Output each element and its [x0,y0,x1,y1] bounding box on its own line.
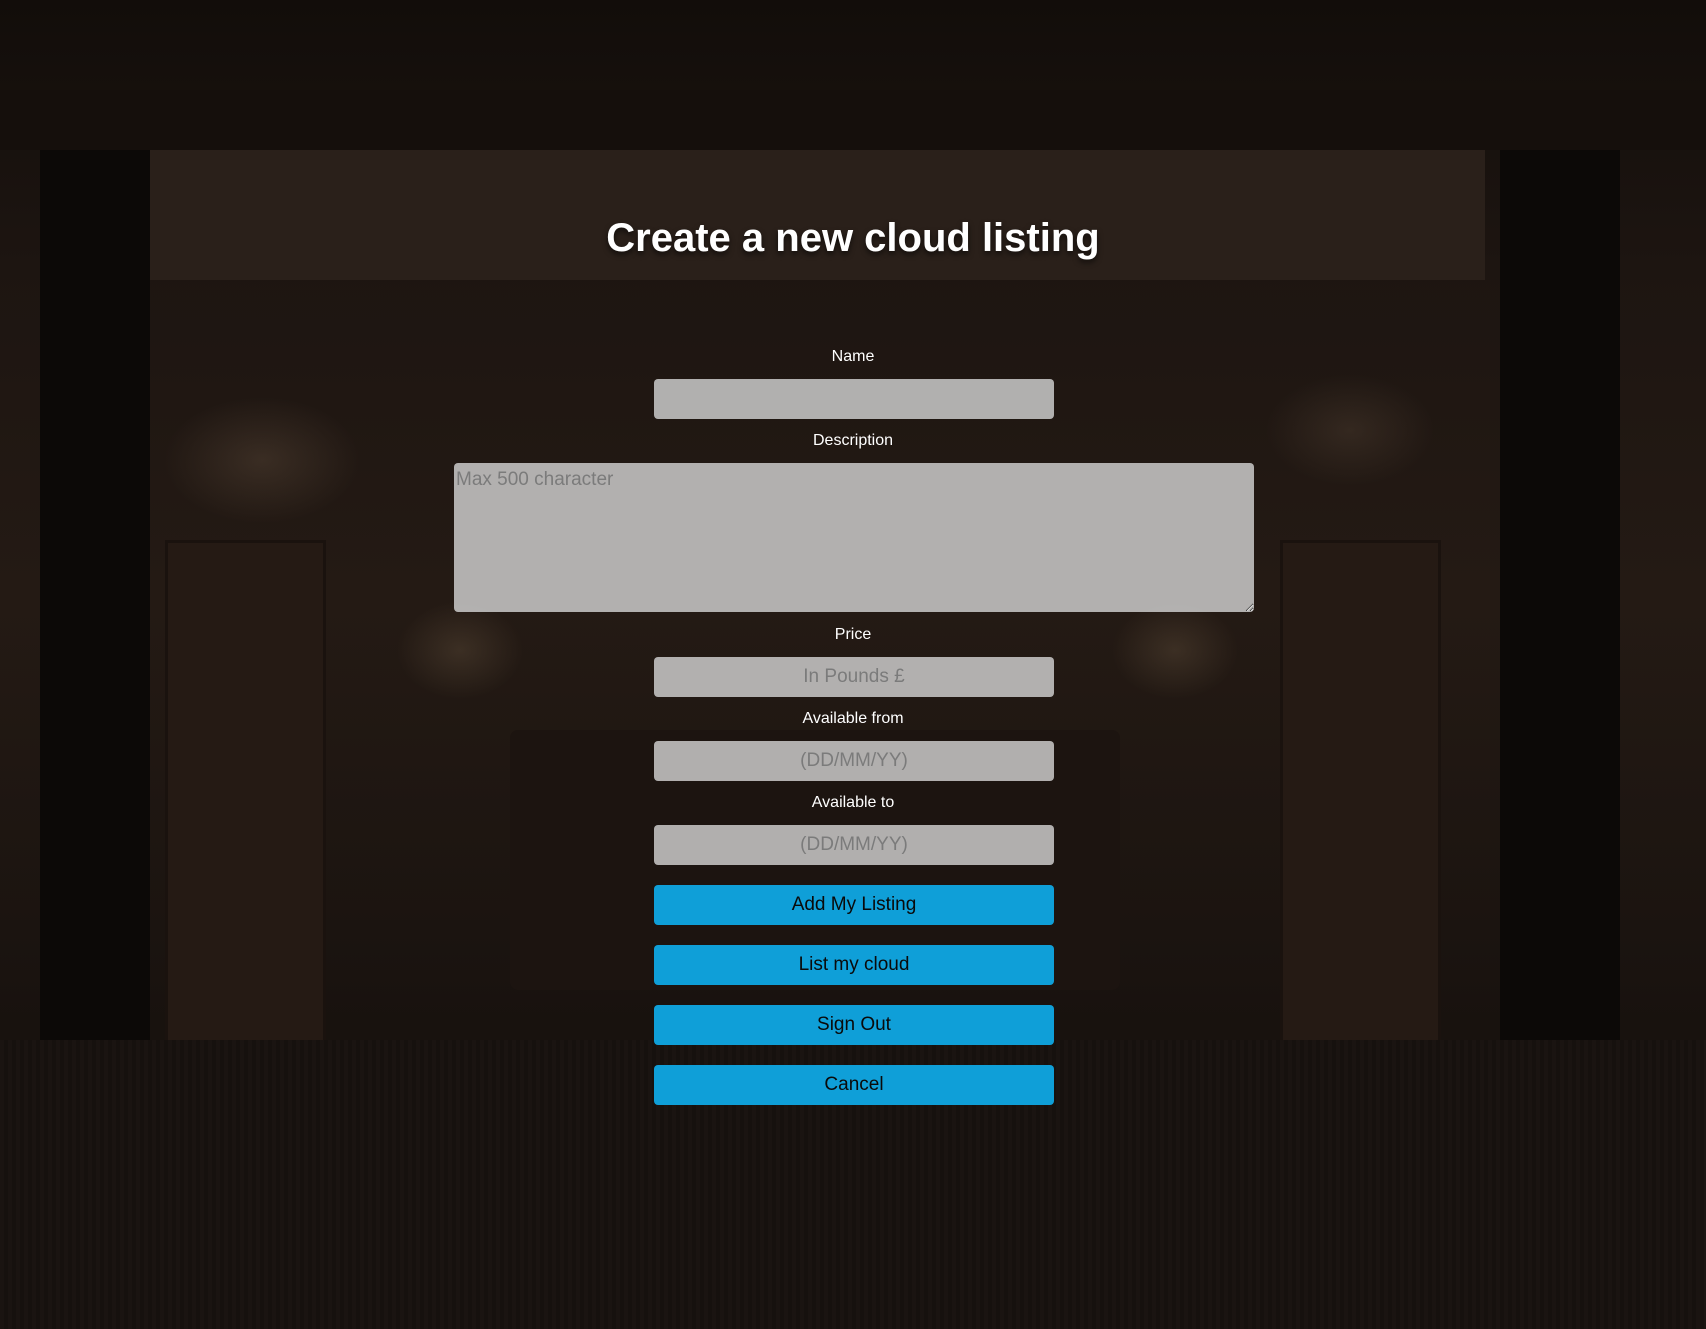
add-listing-button[interactable]: Add My Listing [654,885,1054,925]
description-label: Description [812,432,894,449]
available-from-label: Available from [802,710,904,727]
listing-form-container: Create a new cloud listing Name Descript… [0,0,1706,1329]
page: Create a new cloud listing Name Descript… [0,0,1706,1329]
price-field[interactable] [654,657,1054,697]
description-field[interactable] [454,463,1254,612]
sign-out-button[interactable]: Sign Out [654,1005,1054,1045]
price-label: Price [834,626,872,643]
name-label: Name [831,348,875,365]
page-title: Create a new cloud listing [606,216,1100,260]
cancel-button[interactable]: Cancel [654,1065,1054,1105]
name-field[interactable] [654,379,1054,419]
available-to-label: Available to [811,794,895,811]
available-from-field[interactable] [654,741,1054,781]
list-my-cloud-button[interactable]: List my cloud [654,945,1054,985]
available-to-field[interactable] [654,825,1054,865]
